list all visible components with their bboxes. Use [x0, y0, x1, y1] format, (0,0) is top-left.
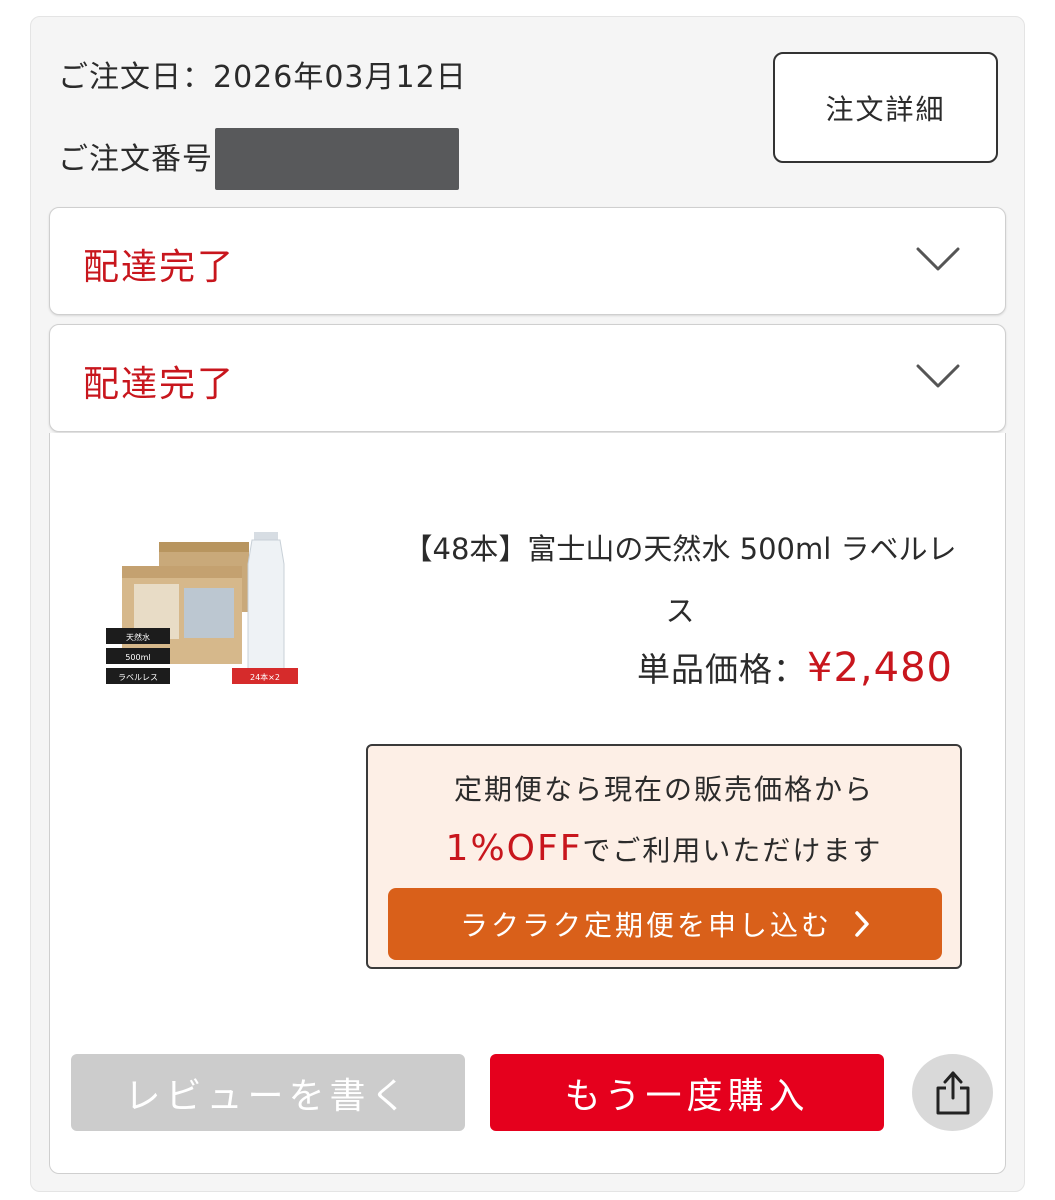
- product-image[interactable]: 天然水 500ml ラベルレス 24本×2: [104, 524, 300, 694]
- svg-text:24本×2: 24本×2: [250, 672, 280, 682]
- discount-text: 1%OFF: [445, 828, 583, 869]
- chevron-down-icon: [916, 246, 960, 276]
- promo-text-line2: 1%OFFでご利用いただけます: [368, 828, 960, 869]
- unit-price-value: ¥2,480: [807, 645, 953, 691]
- delivery-status: 配達完了: [83, 247, 236, 288]
- order-date: ご注文日：2026年03月12日: [58, 60, 467, 95]
- write-review-button[interactable]: レビューを書く: [71, 1054, 465, 1131]
- shipment-accordion-2[interactable]: 配達完了: [49, 324, 1006, 432]
- svg-text:500ml: 500ml: [125, 653, 150, 662]
- svg-text:ラベルレス: ラベルレス: [118, 673, 158, 682]
- delivery-status: 配達完了: [83, 364, 236, 405]
- unit-price: 単品価格： ¥2,480: [637, 643, 953, 691]
- promo-text-rest: でご利用いただけます: [582, 834, 883, 867]
- subscription-promo: 定期便なら現在の販売価格から 1%OFFでご利用いただけます ラクラク定期便を申…: [366, 744, 962, 969]
- svg-text:天然水: 天然水: [126, 632, 150, 642]
- order-detail-button[interactable]: 注文詳細: [773, 52, 998, 163]
- shipment-accordion-1[interactable]: 配達完了: [49, 207, 1006, 315]
- chevron-down-icon: [916, 363, 960, 393]
- product-name[interactable]: 【48本】富士山の天然水 500ml ラベルレス: [395, 518, 965, 642]
- buy-again-button[interactable]: もう一度購入: [490, 1054, 884, 1131]
- chevron-right-icon: [855, 911, 869, 937]
- subscribe-button-label: ラクラク定期便を申し込む: [459, 909, 832, 942]
- unit-price-label: 単品価格：: [637, 650, 808, 689]
- order-number-label: ご注文番号: [58, 142, 213, 177]
- subscribe-button[interactable]: ラクラク定期便を申し込む: [388, 888, 942, 960]
- share-icon: [936, 1071, 969, 1114]
- share-button[interactable]: [912, 1054, 993, 1131]
- promo-text-line1: 定期便なら現在の販売価格から: [453, 773, 874, 806]
- order-number: ご注文番号: [58, 122, 459, 190]
- order-number-redacted: [215, 128, 459, 190]
